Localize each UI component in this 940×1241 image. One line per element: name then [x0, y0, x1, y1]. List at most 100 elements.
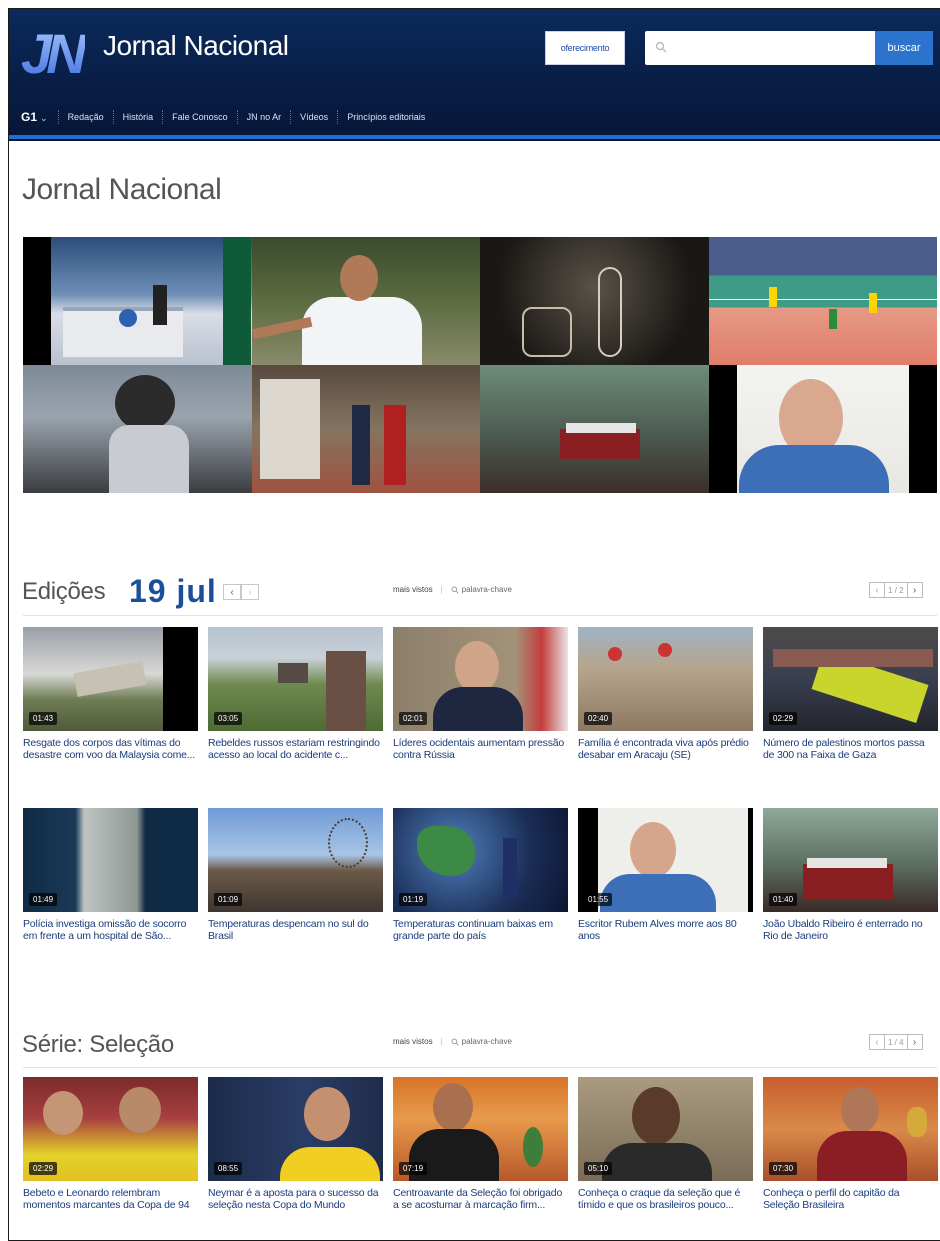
mosaic-tile[interactable] [23, 365, 252, 493]
mosaic-tile[interactable] [251, 365, 480, 493]
prev-page-button[interactable]: ‹ [869, 582, 885, 598]
nav-item-videos[interactable]: Vídeos [290, 110, 337, 124]
edition-date[interactable]: 19 jul [129, 573, 217, 610]
mais-vistos-link[interactable]: mais vistos [393, 1037, 433, 1046]
video-card[interactable]: 02:40 Família é encontrada viva após pré… [578, 627, 753, 761]
nav-item-principios[interactable]: Princípios editoriais [337, 110, 434, 124]
video-thumbnail[interactable]: 07:30 [763, 1077, 938, 1181]
video-card[interactable]: 02:29 Número de palestinos mortos passa … [763, 627, 938, 761]
video-title[interactable]: Conheça o perfil do capitão da Seleção B… [763, 1187, 938, 1211]
video-title[interactable]: Família é encontrada viva após prédio de… [578, 737, 753, 761]
video-thumbnail[interactable]: 01:55 [578, 808, 753, 912]
video-card[interactable]: 01:43 Resgate dos corpos das vítimas do … [23, 627, 198, 761]
section-title-edicoes: Edições [22, 578, 106, 605]
video-thumbnail[interactable]: 02:40 [578, 627, 753, 731]
search-box: buscar [645, 31, 933, 65]
duration-badge: 02:01 [399, 712, 428, 725]
brand-title[interactable]: Jornal Nacional [103, 30, 289, 62]
divider: | [440, 1037, 443, 1046]
video-thumbnail[interactable]: 07:19 [393, 1077, 568, 1181]
video-thumbnail[interactable]: 01:40 [763, 808, 938, 912]
mosaic-tile[interactable] [480, 365, 709, 493]
video-title[interactable]: Resgate dos corpos das vítimas do desast… [23, 737, 198, 761]
nav-item-redacao[interactable]: Redação [57, 110, 113, 124]
video-card[interactable]: 05:10 Conheça o craque da seleção que é … [578, 1077, 753, 1211]
video-title[interactable]: Líderes ocidentais aumentam pressão cont… [393, 737, 568, 761]
next-page-button[interactable]: › [906, 582, 923, 598]
sponsor-badge[interactable]: oferecimento [545, 31, 625, 65]
video-thumbnail[interactable]: 01:19 [393, 808, 568, 912]
mosaic-tile[interactable] [708, 365, 937, 493]
next-date-button[interactable]: › [241, 584, 259, 600]
video-title[interactable]: Polícia investiga omissão de socorro em … [23, 918, 198, 942]
svg-text:JN: JN [21, 22, 85, 83]
video-card[interactable]: 01:49 Polícia investiga omissão de socor… [23, 808, 198, 942]
mosaic-tile[interactable] [708, 237, 937, 365]
video-thumbnail[interactable]: 01:09 [208, 808, 383, 912]
mosaic-tile[interactable] [251, 237, 480, 365]
g1-label: G1 [21, 110, 38, 124]
g1-menu[interactable]: G1 ⌄ [21, 110, 48, 124]
video-card[interactable]: 03:05 Rebeldes russos estariam restringi… [208, 627, 383, 761]
nav-item-jn-no-ar[interactable]: JN no Ar [236, 110, 291, 124]
video-card[interactable]: 08:55 Neymar é a aposta para o sucesso d… [208, 1077, 383, 1211]
video-title[interactable]: Conheça o craque da seleção que é tímido… [578, 1187, 753, 1211]
video-title[interactable]: Centroavante da Seleção foi obrigado a s… [393, 1187, 568, 1211]
video-title[interactable]: Rebeldes russos estariam restringindo ac… [208, 737, 383, 761]
video-card[interactable]: 01:40 João Ubaldo Ribeiro é enterrado no… [763, 808, 938, 942]
video-card[interactable]: 01:09 Temperaturas despencam no sul do B… [208, 808, 383, 942]
video-title[interactable]: Escritor Rubem Alves morre aos 80 anos [578, 918, 753, 942]
video-card[interactable]: 07:19 Centroavante da Seleção foi obriga… [393, 1077, 568, 1211]
video-card[interactable]: 01:55 Escritor Rubem Alves morre aos 80 … [578, 808, 753, 942]
nav-item-fale-conosco[interactable]: Fale Conosco [162, 110, 237, 124]
date-pager: ‹ › [223, 584, 259, 600]
duration-badge: 02:29 [769, 712, 798, 725]
video-thumbnail[interactable]: 01:43 [23, 627, 198, 731]
video-thumbnail[interactable]: 05:10 [578, 1077, 753, 1181]
prev-page-button[interactable]: ‹ [869, 1034, 885, 1050]
duration-badge: 05:10 [584, 1162, 613, 1175]
featured-mosaic [23, 237, 937, 493]
video-title[interactable]: João Ubaldo Ribeiro é enterrado no Rio d… [763, 918, 938, 942]
video-card[interactable]: 07:30 Conheça o perfil do capitão da Sel… [763, 1077, 938, 1211]
section-divider [23, 615, 937, 616]
video-title[interactable]: Neymar é a aposta para o sucesso da sele… [208, 1187, 383, 1211]
header-accent-bar [9, 135, 940, 139]
video-thumbnail[interactable]: 03:05 [208, 627, 383, 731]
duration-badge: 02:29 [29, 1162, 58, 1175]
search-button[interactable]: buscar [875, 31, 933, 65]
video-card[interactable]: 02:01 Líderes ocidentais aumentam pressã… [393, 627, 568, 761]
video-title[interactable]: Número de palestinos mortos passa de 300… [763, 737, 938, 761]
mais-vistos-link[interactable]: mais vistos [393, 585, 433, 594]
search-input[interactable] [673, 37, 863, 59]
video-thumbnail[interactable]: 02:01 [393, 627, 568, 731]
mosaic-tile[interactable] [23, 237, 252, 365]
mosaic-tile[interactable] [480, 237, 709, 365]
duration-badge: 01:49 [29, 893, 58, 906]
duration-badge: 02:40 [584, 712, 613, 725]
keyword-link[interactable]: palavra-chave [462, 585, 512, 594]
nav-item-historia[interactable]: História [112, 110, 163, 124]
duration-badge: 01:19 [399, 893, 428, 906]
divider: | [440, 585, 443, 594]
video-thumbnail[interactable]: 02:29 [763, 627, 938, 731]
section-divider [23, 1067, 937, 1068]
next-page-button[interactable]: › [906, 1034, 923, 1050]
prev-date-button[interactable]: ‹ [223, 584, 241, 600]
jn-logo[interactable]: JN [21, 21, 85, 83]
video-title[interactable]: Bebeto e Leonardo relembram momentos mar… [23, 1187, 198, 1211]
video-title[interactable]: Temperaturas continuam baixas em grande … [393, 918, 568, 942]
search-icon [451, 586, 459, 594]
video-thumbnail[interactable]: 02:29 [23, 1077, 198, 1181]
video-thumbnail[interactable]: 08:55 [208, 1077, 383, 1181]
duration-badge: 01:55 [584, 893, 613, 906]
video-title[interactable]: Temperaturas despencam no sul do Brasil [208, 918, 383, 942]
duration-badge: 08:55 [214, 1162, 243, 1175]
keyword-link[interactable]: palavra-chave [462, 1037, 512, 1046]
section-title-serie: Série: Seleção [22, 1031, 174, 1058]
video-card[interactable]: 02:29 Bebeto e Leonardo relembram moment… [23, 1077, 198, 1211]
search-icon [655, 41, 667, 53]
video-card[interactable]: 01:19 Temperaturas continuam baixas em g… [393, 808, 568, 942]
duration-badge: 01:40 [769, 893, 798, 906]
video-thumbnail[interactable]: 01:49 [23, 808, 198, 912]
